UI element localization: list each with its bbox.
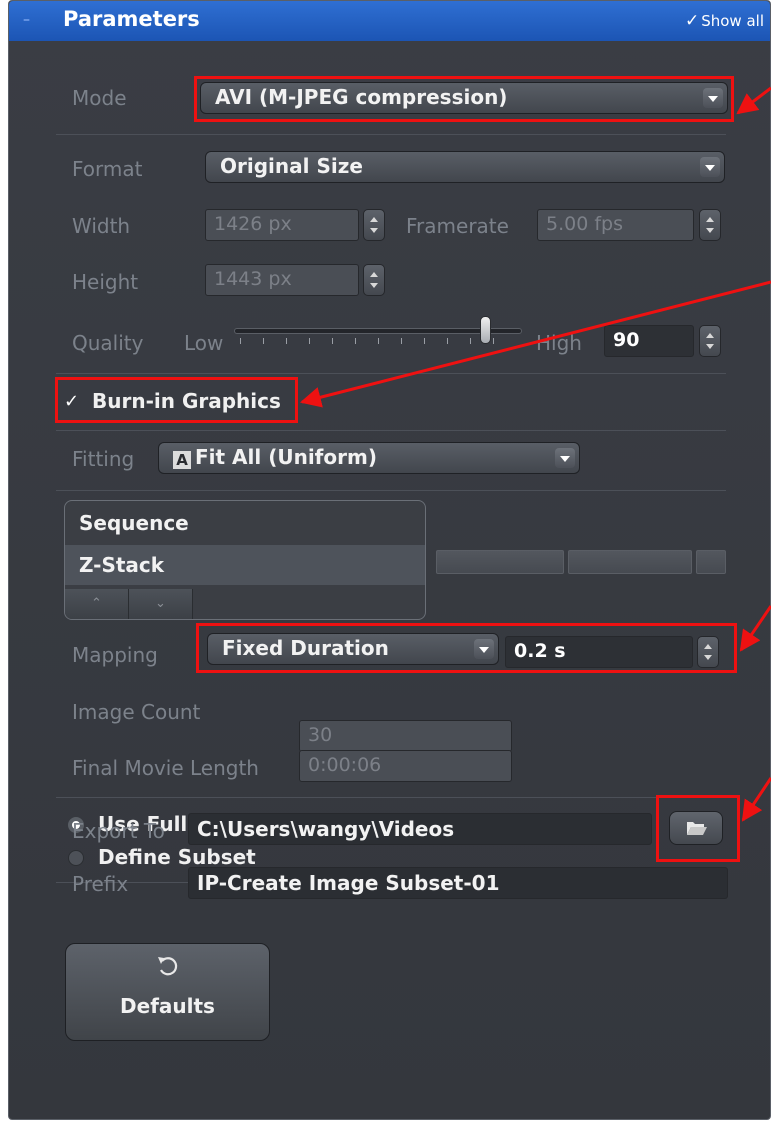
move-down-button[interactable]: ⌄ — [129, 589, 193, 619]
browse-folder-button[interactable] — [669, 811, 723, 845]
framerate-spinner-icon[interactable] — [699, 209, 721, 241]
dropdown-arrow-icon — [700, 157, 720, 177]
list-item[interactable]: Sequence — [65, 503, 425, 543]
width-label: Width — [72, 214, 131, 238]
quality-slider-ticks — [240, 338, 516, 344]
prefix-label: Prefix — [72, 872, 129, 896]
panel-titlebar[interactable]: – Parameters ✓ Show all — [9, 1, 770, 41]
duration-spinner-icon[interactable] — [697, 636, 719, 668]
quality-slider-thumb[interactable] — [480, 316, 491, 344]
dimension-slot — [436, 550, 564, 574]
final-movie-length-field: 0:00:06 — [299, 750, 512, 782]
height-label: Height — [72, 270, 139, 294]
fitting-dropdown[interactable]: A Fit All (Uniform) — [158, 442, 580, 474]
width-spinner-icon[interactable] — [363, 209, 385, 241]
quality-input[interactable]: 90 — [604, 325, 694, 357]
dimension-slot — [568, 550, 692, 574]
divider — [56, 373, 726, 374]
divider — [56, 490, 726, 491]
duration-input[interactable]: 0.2 s — [505, 636, 693, 668]
export-to-text: Export To — [72, 819, 165, 843]
mode-dropdown[interactable]: AVI (M-JPEG compression) — [200, 82, 728, 114]
burn-in-label: Burn-in Graphics — [92, 389, 281, 413]
checkmark-icon: ✓ — [684, 11, 700, 31]
defaults-button[interactable]: Defaults — [65, 943, 270, 1041]
reset-icon — [158, 957, 178, 976]
radio-define-subset[interactable] — [68, 850, 84, 866]
height-spinner-icon[interactable] — [363, 264, 385, 296]
framerate-label: Framerate — [406, 214, 509, 238]
height-input[interactable]: 1443 px — [205, 264, 359, 296]
quality-slider-track[interactable] — [234, 328, 522, 334]
divider — [56, 430, 726, 431]
final-movie-length-label: Final Movie Length — [72, 756, 259, 780]
fitting-value: Fit All (Uniform) — [195, 445, 377, 469]
dropdown-arrow-icon — [703, 88, 723, 108]
width-input[interactable]: 1426 px — [205, 209, 359, 241]
fitting-label: Fitting — [72, 447, 135, 471]
mapping-value: Fixed Duration — [222, 636, 389, 660]
format-label: Format — [72, 157, 143, 181]
prefix-input[interactable]: IP-Create Image Subset-01 — [188, 867, 728, 899]
dimension-slot — [696, 550, 726, 574]
fit-all-icon: A — [173, 451, 191, 469]
format-value: Original Size — [220, 154, 363, 178]
image-count-label: Image Count — [72, 700, 201, 724]
define-subset-label: Define Subset — [98, 845, 256, 869]
format-dropdown[interactable]: Original Size — [205, 151, 725, 183]
dropdown-arrow-icon — [555, 448, 575, 468]
show-all-toggle[interactable]: ✓ Show all — [685, 11, 764, 31]
dropdown-arrow-icon — [474, 639, 494, 659]
quality-label: Quality — [72, 331, 144, 355]
framerate-input[interactable]: 5.00 fps — [537, 209, 694, 241]
panel-title: Parameters — [63, 7, 200, 31]
list-item[interactable]: Z-Stack — [65, 545, 425, 585]
burn-in-checkbox[interactable]: ✓ — [64, 393, 82, 411]
quality-spinner-icon[interactable] — [699, 325, 721, 357]
export-path-input[interactable]: C:\Users\wangy\Videos — [188, 813, 652, 845]
mapping-dropdown[interactable]: Fixed Duration — [207, 633, 499, 665]
dimensions-list: Sequence Z-Stack ⌃ ⌄ — [64, 500, 426, 620]
defaults-label: Defaults — [120, 994, 215, 1018]
divider — [56, 797, 726, 798]
quality-low-label: Low — [184, 331, 224, 355]
divider — [56, 134, 726, 135]
folder-open-icon — [687, 822, 707, 835]
move-up-button[interactable]: ⌃ — [65, 589, 129, 619]
collapse-icon[interactable]: – — [23, 13, 37, 27]
mode-value: AVI (M-JPEG compression) — [215, 85, 508, 109]
image-count-field: 30 — [299, 720, 512, 752]
mapping-label: Mapping — [72, 643, 158, 667]
show-all-label: Show all — [701, 12, 764, 30]
quality-high-label: High — [536, 331, 582, 355]
mode-label: Mode — [72, 86, 127, 110]
